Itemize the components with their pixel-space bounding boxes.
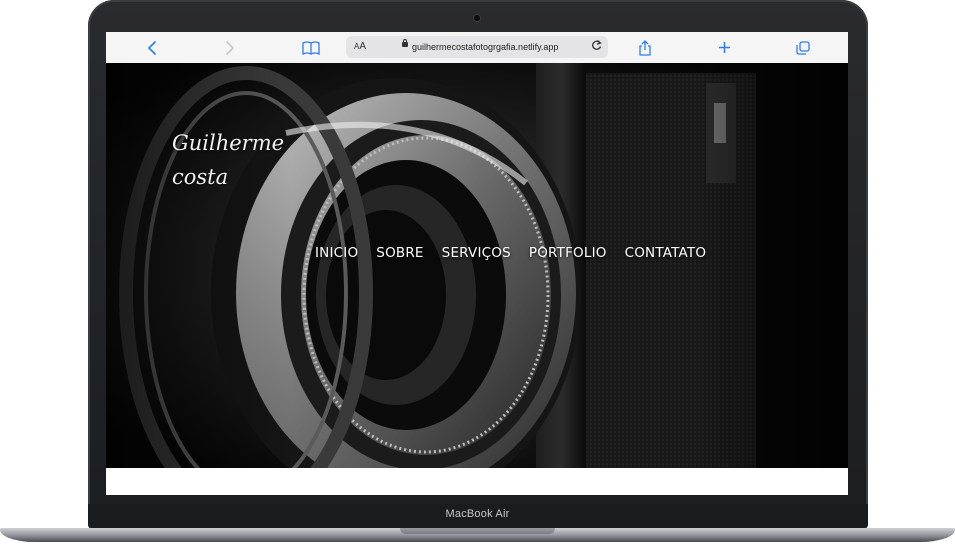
nav-item-servicos[interactable]: SERVIÇOS: [442, 245, 511, 261]
logo-line-2: costa: [172, 165, 229, 189]
nav-item-sobre[interactable]: SOBRE: [376, 245, 423, 261]
nav-item-portfolio[interactable]: PORTFOLIO: [529, 245, 607, 261]
hero-section: Guilherme costa INICIO SOBRE SERVIÇOS PO…: [106, 63, 848, 468]
camera-lens-photo: [106, 63, 848, 468]
chevron-left-icon[interactable]: [138, 32, 166, 63]
page-below-hero: [106, 468, 848, 495]
browser-toolbar: AA guilhermecostafotogrgafia.netlify.app: [106, 32, 848, 64]
tabs-icon[interactable]: [789, 32, 817, 63]
device-model-label: MacBook Air: [445, 508, 510, 520]
address-bar[interactable]: AA guilhermecostafotogrgafia.netlify.app: [346, 36, 608, 58]
main-nav: INICIO SOBRE SERVIÇOS PORTFOLIO CONTATAT…: [315, 245, 706, 261]
nav-item-contato[interactable]: CONTATATO: [625, 245, 707, 261]
webcam: [474, 15, 480, 21]
text-size-button[interactable]: AA: [354, 36, 366, 58]
plus-icon[interactable]: [710, 32, 738, 63]
url-text: guilhermecostafotogrgafia.netlify.app: [412, 42, 559, 52]
lock-icon: [402, 39, 408, 47]
chevron-right-icon[interactable]: [216, 32, 244, 63]
share-icon[interactable]: [631, 32, 659, 63]
browser-screen: AA guilhermecostafotogrgafia.netlify.app: [106, 32, 848, 495]
site-logo[interactable]: Guilherme costa: [172, 126, 312, 194]
reload-icon[interactable]: [591, 36, 602, 58]
laptop-notch: [400, 528, 555, 534]
logo-line-1: Guilherme: [172, 131, 285, 155]
nav-item-inicio[interactable]: INICIO: [315, 245, 358, 261]
book-icon[interactable]: [297, 32, 325, 63]
